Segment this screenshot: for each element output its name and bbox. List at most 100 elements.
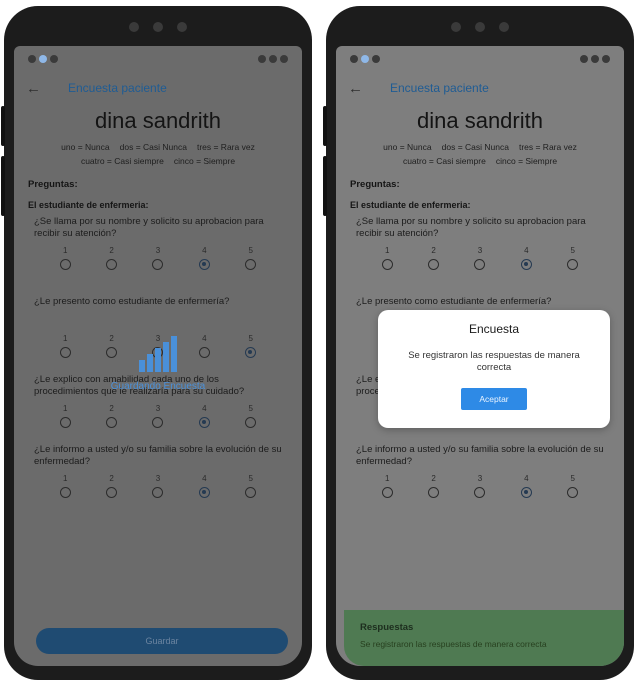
legend-item: dos = Casi Nunca [119,142,187,152]
scale-label: 4 [202,404,207,413]
radio-option-3[interactable] [152,259,164,270]
patient-name: dina sandrith [95,108,221,133]
section-label: Preguntas: [28,179,78,190]
scale-legend: uno = Nunca dos = Casi Nunca tres = Rara… [336,142,624,167]
status-bar [336,46,624,72]
radio-option-2[interactable] [428,487,440,498]
scale-label: 2 [109,246,114,255]
legend-item: tres = Rara vez [518,142,577,152]
radio-group [14,259,302,270]
save-button[interactable]: Guardar [36,628,288,654]
screen-left: ← Encuesta paciente dina sandrith uno = … [14,46,302,666]
category-label: El estudiante de enfermeria: [28,200,149,210]
screen-right: ← Encuesta paciente dina sandrith uno = … [336,46,624,666]
snackbar-title: Respuestas [360,622,414,633]
legend-item: cinco = Siempre [495,156,558,166]
phone-frame-left: ← Encuesta paciente dina sandrith uno = … [1,6,312,680]
side-button [323,156,327,216]
radio-option-3[interactable] [474,487,486,498]
radio-option-1[interactable] [59,487,71,498]
legend-item: tres = Rara vez [196,142,255,152]
back-arrow-icon[interactable]: ← [26,80,42,97]
legend-item: cuatro = Casi siempre [80,156,164,166]
scale-label: 2 [431,474,436,483]
status-bar [14,46,302,72]
radio-group [14,487,302,498]
section-label: Preguntas: [350,179,400,190]
scale-label: 3 [477,246,483,255]
scale-label: 3 [155,404,161,413]
radio-option-2[interactable] [106,487,118,498]
radio-option-4[interactable] [520,259,532,270]
phone-top-bezel [326,16,634,38]
scale-label: 5 [570,246,575,255]
question-text: ¿Le informo a usted y/o su familia sobre… [356,444,604,467]
category-label: El estudiante de enfermeria: [350,200,471,210]
scale-label: 4 [524,474,529,483]
scale-label: 5 [248,404,253,413]
radio-option-4[interactable] [198,417,210,428]
snackbar: Respuestas Se registraron las respuestas… [344,610,624,666]
radio-option-1[interactable] [59,259,71,270]
scale-label: 4 [202,246,207,255]
scale-label: 4 [524,246,529,255]
side-button [323,106,327,146]
app-bar-title: Encuesta paciente [390,81,489,95]
scale-label: 1 [384,474,390,483]
scale-label: 4 [202,474,207,483]
back-arrow-icon[interactable]: ← [348,80,364,97]
radio-option-5[interactable] [567,487,579,498]
radio-option-4[interactable] [520,487,532,498]
app-bar-title: Encuesta paciente [68,81,167,95]
question-text: ¿Le informo a usted y/o su familia sobre… [34,444,282,467]
phone-top-bezel [4,16,312,38]
legend-item: dos = Casi Nunca [441,142,509,152]
radio-option-4[interactable] [198,259,210,270]
question-text: ¿Se llama por su nombre y solicito su ap… [34,216,264,239]
radio-group [14,417,302,428]
confirmation-dialog: Encuesta Se registraron las respuestas d… [378,310,610,428]
scale-label: 3 [155,474,161,483]
legend-item: uno = Nunca [61,142,110,152]
radio-group [336,487,624,498]
radio-option-1[interactable] [59,417,71,428]
scale-label: 3 [155,246,161,255]
side-button [1,106,5,146]
radio-option-1[interactable] [381,259,393,270]
radio-option-1[interactable] [381,487,393,498]
radio-option-5[interactable] [567,259,579,270]
radio-option-5[interactable] [245,487,257,498]
scale-label: 3 [477,474,483,483]
question-text: ¿Se llama por su nombre y solicito su ap… [356,216,586,239]
radio-option-3[interactable] [474,259,486,270]
scale-label: 1 [384,246,390,255]
radio-option-2[interactable] [428,259,440,270]
legend-item: cuatro = Casi siempre [402,156,486,166]
scale-label: 1 [62,404,68,413]
accept-button[interactable]: Aceptar [461,388,527,410]
radio-option-3[interactable] [152,487,164,498]
phone-frame-right: ← Encuesta paciente dina sandrith uno = … [323,6,634,680]
scale-label: 5 [248,246,253,255]
scale-label: 5 [570,474,575,483]
side-button [1,156,5,216]
radio-option-2[interactable] [106,417,118,428]
loading-indicator: Guardando Encuesta [14,336,302,392]
patient-name: dina sandrith [417,108,543,133]
scale-label: 2 [109,474,114,483]
signal-bars-icon [139,336,177,372]
scale-label: 5 [248,474,253,483]
radio-option-4[interactable] [198,487,210,498]
radio-option-3[interactable] [152,417,164,428]
radio-option-2[interactable] [106,259,118,270]
scale-label: 1 [62,474,68,483]
radio-group [336,259,624,270]
loading-text: Guardando Encuesta [110,381,206,392]
scale-label: 1 [62,246,68,255]
radio-option-5[interactable] [245,259,257,270]
question-text: ¿Le presento como estudiante de enfermer… [356,296,552,307]
snackbar-message: Se registraron las respuestas de manera … [360,639,547,649]
radio-option-5[interactable] [245,417,257,428]
legend-item: uno = Nunca [383,142,432,152]
legend-item: cinco = Siempre [173,156,236,166]
